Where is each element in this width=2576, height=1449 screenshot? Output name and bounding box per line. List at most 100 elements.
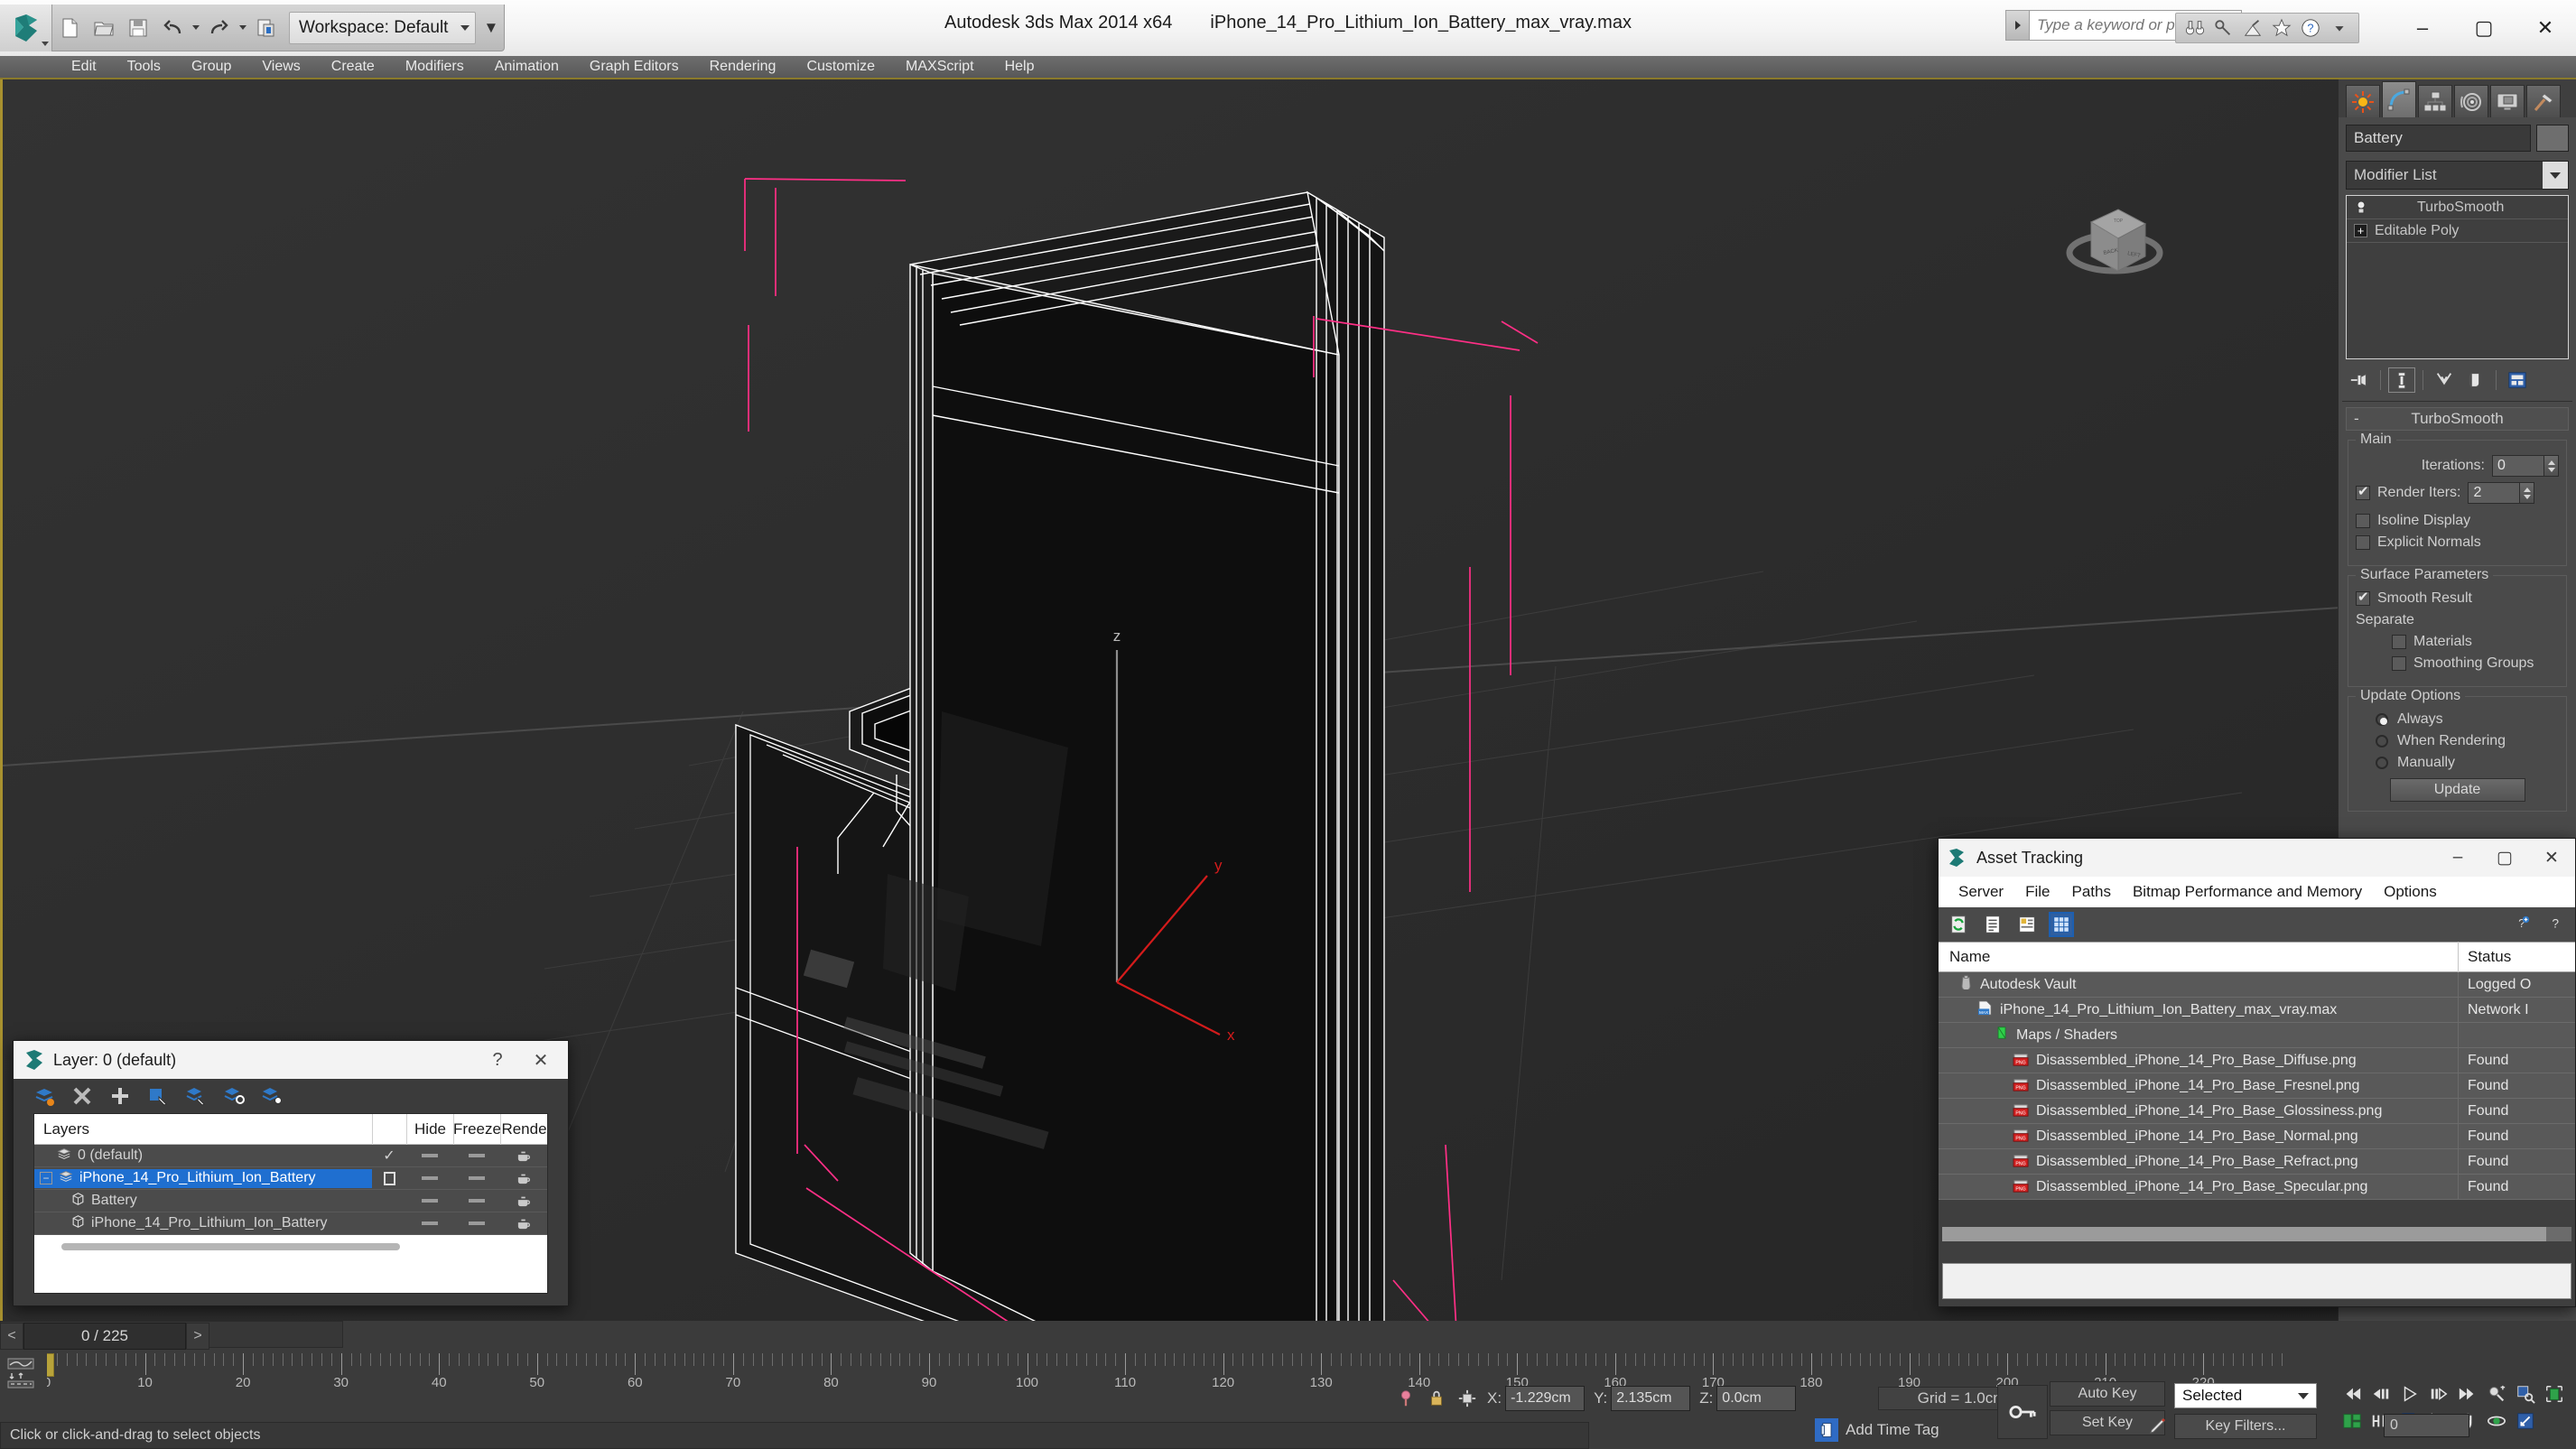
- layer-name-cell[interactable]: iPhone_14_Pro_Lithium_Ion_Battery: [34, 1214, 372, 1233]
- key-filters-button[interactable]: Key Filters...: [2174, 1414, 2317, 1439]
- select-highlighted-layers-icon[interactable]: [185, 1085, 207, 1107]
- spinner-arrows[interactable]: [2544, 455, 2559, 477]
- play-icon[interactable]: [2396, 1381, 2423, 1407]
- help-icon[interactable]: ?: [2544, 914, 2566, 935]
- undo-button[interactable]: [155, 8, 190, 48]
- asset-name-cell[interactable]: PNG Disassembled_iPhone_14_Pro_Base_Spec…: [1939, 1179, 2458, 1195]
- open-mini-curve-editor-icon[interactable]: [5, 1357, 36, 1389]
- save-file-button[interactable]: [121, 8, 155, 48]
- coord-x-input[interactable]: [1505, 1386, 1586, 1411]
- modifier-stack-item-turbosmooth[interactable]: TurboSmooth: [2347, 196, 2568, 218]
- layer-name-cell[interactable]: Battery: [34, 1192, 372, 1211]
- update-always-row[interactable]: Always: [2356, 711, 2559, 728]
- detail-view-icon[interactable]: [2016, 914, 2038, 935]
- hierarchy-tab[interactable]: [2418, 85, 2452, 117]
- key-mode-toggle[interactable]: [1997, 1385, 2048, 1439]
- smoothing-groups-checkbox[interactable]: [2392, 656, 2406, 671]
- create-new-layer-icon[interactable]: [33, 1085, 55, 1107]
- project-folder-button[interactable]: [249, 8, 284, 48]
- pin-stack-icon[interactable]: [2346, 367, 2373, 393]
- iterations-input[interactable]: [2492, 455, 2544, 477]
- go-to-end-icon[interactable]: [2454, 1381, 2481, 1407]
- refresh-icon[interactable]: [1948, 914, 1969, 935]
- absolute-mode-icon[interactable]: [1456, 1388, 1478, 1409]
- separate-materials-row[interactable]: Materials: [2356, 634, 2559, 650]
- configure-sets-icon[interactable]: [2504, 367, 2531, 393]
- render-toggle[interactable]: [500, 1149, 547, 1162]
- at-menu-file[interactable]: File: [2014, 883, 2060, 901]
- asset-tracking-dialog[interactable]: Asset Tracking – ▢ ✕ Server File Paths B…: [1938, 838, 2576, 1307]
- layer-dialog[interactable]: Layer: 0 (default) ? ✕ Layers Hide Freez…: [13, 1040, 569, 1306]
- menu-create[interactable]: Create: [316, 56, 390, 78]
- spinner-arrows[interactable]: [2520, 482, 2535, 504]
- pin-icon[interactable]: [1395, 1388, 1417, 1409]
- help-new-icon[interactable]: ?: [2510, 914, 2532, 935]
- current-frame-input[interactable]: 0: [2384, 1414, 2469, 1437]
- modify-tab[interactable]: [2382, 81, 2416, 117]
- menu-tools[interactable]: Tools: [112, 56, 176, 78]
- time-tag-icon[interactable]: [1815, 1418, 1838, 1442]
- next-frame-icon[interactable]: [2425, 1381, 2452, 1407]
- layer-properties-icon[interactable]: [261, 1085, 283, 1107]
- menu-edit[interactable]: Edit: [56, 56, 112, 78]
- modifier-stack-item-editable-poly[interactable]: + Editable Poly: [2347, 219, 2568, 242]
- menu-views[interactable]: Views: [246, 56, 315, 78]
- at-menu-options[interactable]: Options: [2373, 883, 2448, 901]
- smooth-result-row[interactable]: Smooth Result: [2356, 589, 2559, 607]
- layer-name-cell[interactable]: 0 (default): [34, 1147, 372, 1166]
- motion-tab[interactable]: [2454, 85, 2488, 117]
- when-rendering-radio[interactable]: [2376, 735, 2388, 748]
- help-dropdown-icon[interactable]: [2326, 15, 2353, 41]
- menu-customize[interactable]: Customize: [791, 56, 890, 78]
- object-name-field[interactable]: Battery: [2346, 125, 2531, 152]
- menu-help[interactable]: Help: [990, 56, 1050, 78]
- render-iters-spinner[interactable]: [2468, 482, 2535, 504]
- asset-row-fresnel[interactable]: PNG Disassembled_iPhone_14_Pro_Base_Fres…: [1939, 1073, 2575, 1099]
- render-iters-checkbox[interactable]: [2356, 483, 2370, 500]
- current-layer-check[interactable]: ✓: [372, 1147, 406, 1165]
- asset-row-maps-shaders[interactable]: Maps / Shaders: [1939, 1022, 2575, 1048]
- separate-smoothing-groups-row[interactable]: Smoothing Groups: [2356, 655, 2559, 672]
- at-close-button[interactable]: ✕: [2528, 839, 2575, 877]
- show-end-result-icon[interactable]: [2388, 367, 2415, 393]
- create-tab[interactable]: [2346, 85, 2380, 117]
- satellite-dish-icon[interactable]: [2239, 15, 2266, 41]
- freeze-toggle[interactable]: [453, 1154, 500, 1157]
- expander-icon[interactable]: −: [40, 1172, 52, 1184]
- previous-frame-icon[interactable]: [2367, 1381, 2395, 1407]
- asset-row-diffuse[interactable]: PNG Disassembled_iPhone_14_Pro_Base_Diff…: [1939, 1047, 2575, 1073]
- materials-checkbox[interactable]: [2392, 635, 2406, 649]
- lock-selection-icon[interactable]: [1426, 1388, 1447, 1409]
- layer-row-iphone-battery[interactable]: − iPhone_14_Pro_Lithium_Ion_Battery: [34, 1167, 547, 1190]
- menu-modifiers[interactable]: Modifiers: [390, 56, 479, 78]
- menu-maxscript[interactable]: MAXScript: [890, 56, 990, 78]
- auto-key-button[interactable]: Auto Key: [2050, 1381, 2165, 1407]
- key-icon[interactable]: [2210, 15, 2237, 41]
- close-button[interactable]: ✕: [2515, 0, 2576, 56]
- new-file-button[interactable]: [52, 8, 87, 48]
- asset-name-cell[interactable]: Maps / Shaders: [1939, 1026, 2458, 1045]
- isoline-display-row[interactable]: Isoline Display: [2356, 513, 2559, 529]
- object-color-swatch[interactable]: [2536, 125, 2569, 152]
- select-objects-in-layer-icon[interactable]: [147, 1085, 169, 1107]
- highlight-selected-objects-layer-icon[interactable]: [223, 1085, 245, 1107]
- at-minimize-button[interactable]: –: [2434, 839, 2481, 877]
- smooth-result-checkbox[interactable]: [2356, 589, 2370, 606]
- set-key-pencil-icon[interactable]: [2147, 1414, 2171, 1439]
- modifier-stack[interactable]: TurboSmooth + Editable Poly: [2346, 195, 2569, 359]
- layer-row-battery-object[interactable]: Battery: [34, 1190, 547, 1212]
- freeze-toggle[interactable]: [453, 1176, 500, 1180]
- asset-name-cell[interactable]: Autodesk Vault: [1939, 975, 2458, 994]
- asset-row-refract[interactable]: PNG Disassembled_iPhone_14_Pro_Base_Refr…: [1939, 1148, 2575, 1175]
- zoom-icon[interactable]: [2483, 1381, 2510, 1407]
- minimize-button[interactable]: –: [2392, 0, 2453, 56]
- at-menu-bitmap-performance[interactable]: Bitmap Performance and Memory: [2122, 883, 2373, 901]
- current-layer-check[interactable]: [372, 1171, 406, 1185]
- explicit-normals-row[interactable]: Explicit Normals: [2356, 534, 2559, 551]
- menu-graph-editors[interactable]: Graph Editors: [574, 56, 694, 78]
- search-dropdown-button[interactable]: [2005, 10, 2029, 41]
- always-radio[interactable]: [2376, 713, 2388, 726]
- key-mode-combo[interactable]: Selected: [2174, 1383, 2317, 1408]
- make-unique-icon[interactable]: [2431, 367, 2458, 393]
- workspace-more-button[interactable]: ▼: [483, 19, 498, 37]
